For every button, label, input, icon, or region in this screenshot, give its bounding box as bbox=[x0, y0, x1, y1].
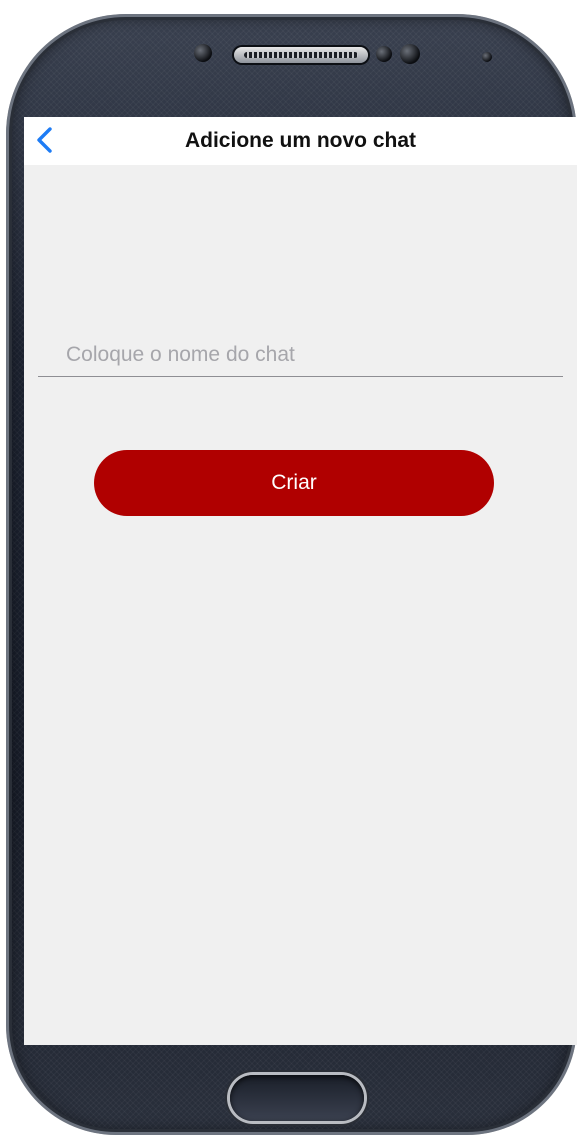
chat-name-input[interactable] bbox=[38, 333, 563, 377]
front-camera bbox=[194, 44, 212, 62]
back-button[interactable] bbox=[30, 123, 64, 157]
earpiece-speaker bbox=[234, 47, 368, 63]
page-title: Adicione um novo chat bbox=[184, 129, 417, 152]
sensor-dot bbox=[482, 52, 492, 62]
device-mockup: Adicione um novo chat Criar bbox=[0, 0, 577, 1135]
sensor-dot bbox=[376, 46, 392, 62]
create-button[interactable]: Criar bbox=[94, 450, 494, 516]
sensor-dot bbox=[400, 44, 420, 64]
navigation-bar: Adicione um novo chat bbox=[24, 117, 577, 165]
home-button[interactable] bbox=[230, 1075, 364, 1121]
chevron-left-icon bbox=[37, 127, 52, 153]
app-screen: Adicione um novo chat Criar bbox=[24, 117, 577, 1045]
